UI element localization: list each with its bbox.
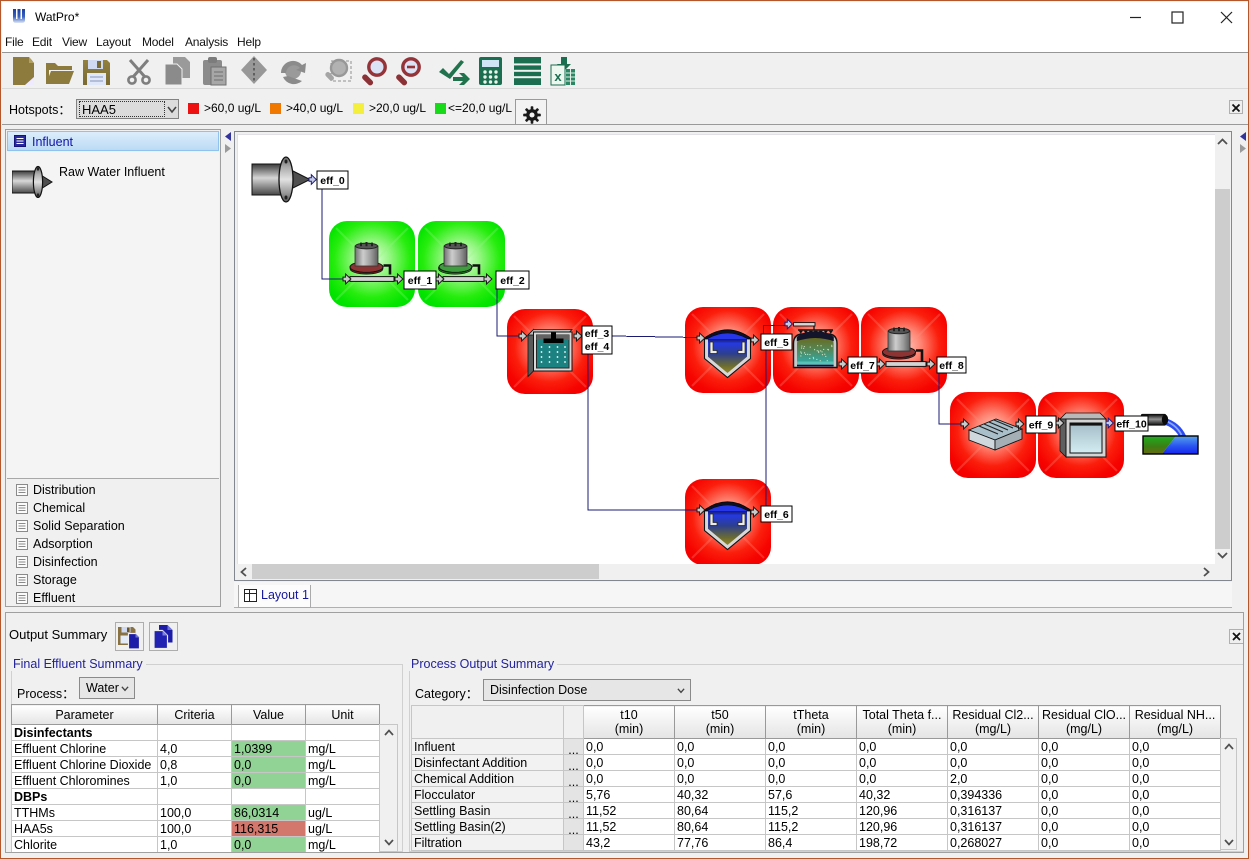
svg-text:eff_1: eff_1 [408, 275, 433, 287]
svg-text:eff_9: eff_9 [1029, 420, 1054, 432]
svg-text:eff_4: eff_4 [585, 341, 610, 353]
svg-text:eff_0: eff_0 [320, 175, 345, 187]
svg-text:eff_10: eff_10 [1116, 419, 1147, 431]
svg-text:eff_7: eff_7 [850, 360, 875, 372]
svg-text:x: x [554, 69, 562, 84]
svg-text:eff_2: eff_2 [500, 275, 525, 287]
svg-text:eff_6: eff_6 [764, 509, 789, 521]
svg-text:eff_3: eff_3 [585, 328, 610, 340]
svg-text:eff_5: eff_5 [764, 337, 789, 349]
svg-text:eff_8: eff_8 [939, 360, 964, 372]
